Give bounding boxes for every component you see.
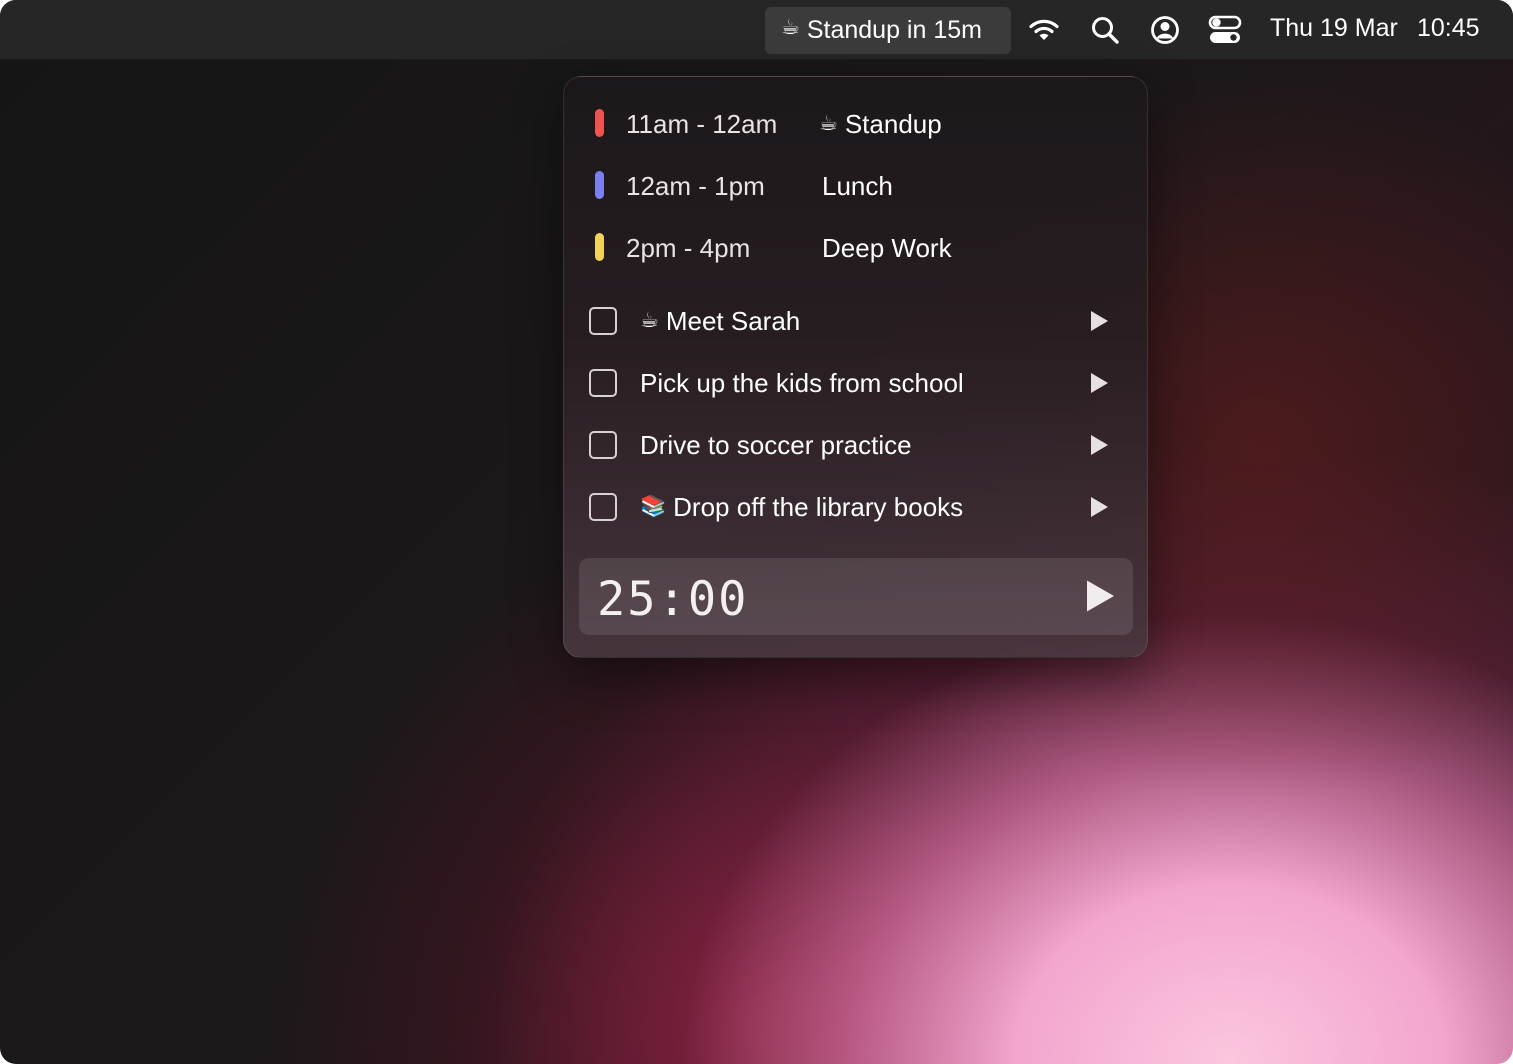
- event-title: Deep Work: [822, 233, 952, 263]
- menubar-date[interactable]: Thu 19 Mar: [1270, 14, 1398, 43]
- event-title: Lunch: [822, 171, 893, 201]
- task-row: 📚 Drop off the library books: [564, 481, 1149, 535]
- calendar-popover: 11am - 12am ☕ Standup 12am - 1pm Lunch 2p…: [563, 76, 1148, 658]
- task-checkbox[interactable]: [589, 369, 617, 397]
- task-label: Drive to soccer practice: [640, 430, 912, 460]
- task-checkbox[interactable]: [589, 493, 617, 521]
- task-row: Drive to soccer practice: [564, 419, 1149, 473]
- menubar-clock[interactable]: 10:45: [1417, 14, 1480, 43]
- user-circle-icon[interactable]: [1149, 14, 1181, 46]
- desktop: ☕ Standup in 15m Thu 19 Mar 10:45 11am -…: [0, 0, 1513, 1064]
- task-label: 📚 Drop off the library books: [640, 492, 964, 522]
- control-center-icon[interactable]: [1208, 14, 1242, 46]
- event-row[interactable]: 11am - 12am ☕ Standup: [564, 98, 1149, 148]
- play-icon[interactable]: [1089, 310, 1109, 332]
- coffee-icon: ☕: [640, 309, 659, 332]
- menu-bar: ☕ Standup in 15m Thu 19 Mar 10:45: [0, 0, 1513, 60]
- event-title: ☕ Standup: [819, 109, 942, 139]
- timer-play-icon[interactable]: [1085, 579, 1115, 613]
- search-icon[interactable]: [1089, 14, 1121, 46]
- wifi-icon[interactable]: [1028, 14, 1060, 46]
- task-checkbox[interactable]: [589, 307, 617, 335]
- event-time: 11am - 12am: [626, 109, 778, 139]
- coffee-icon: ☕: [781, 16, 800, 39]
- event-color-bar: [595, 171, 604, 199]
- task-checkbox[interactable]: [589, 431, 617, 459]
- standup-status-button[interactable]: ☕ Standup in 15m: [765, 7, 1011, 54]
- play-icon[interactable]: [1089, 434, 1109, 456]
- status-text: Standup in 15m: [806, 16, 982, 44]
- task-label: ☕ Meet Sarah: [640, 306, 801, 336]
- event-row[interactable]: 12am - 1pm Lunch: [564, 160, 1149, 210]
- play-icon[interactable]: [1089, 372, 1109, 394]
- event-color-bar: [595, 233, 604, 261]
- coffee-icon: ☕: [819, 112, 838, 135]
- event-time: 12am - 1pm: [626, 171, 765, 201]
- event-time: 2pm - 4pm: [626, 233, 751, 263]
- books-icon: 📚: [640, 495, 667, 518]
- timer-display: 25:00: [597, 572, 749, 627]
- pomodoro-timer: 25:00: [579, 558, 1133, 635]
- event-color-bar: [595, 109, 604, 137]
- event-row[interactable]: 2pm - 4pm Deep Work: [564, 222, 1149, 272]
- task-row: ☕ Meet Sarah: [564, 295, 1149, 349]
- task-row: Pick up the kids from school: [564, 357, 1149, 411]
- task-label: Pick up the kids from school: [640, 368, 964, 398]
- play-icon[interactable]: [1089, 496, 1109, 518]
